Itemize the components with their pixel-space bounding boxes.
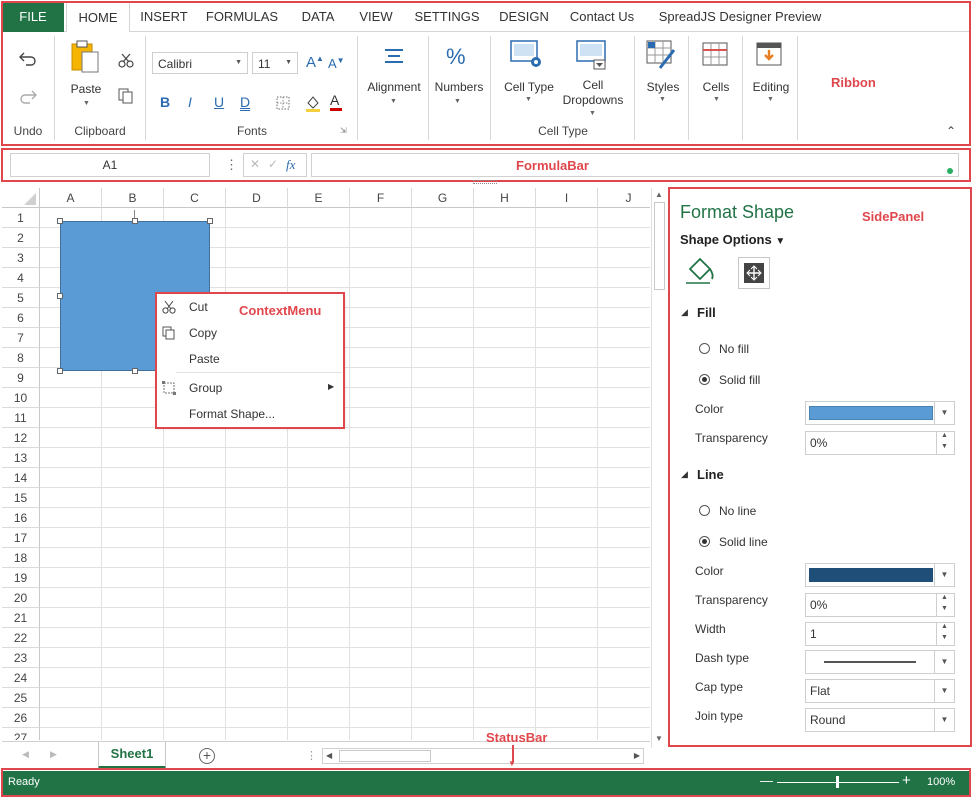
grid-line [287, 208, 288, 740]
sheet-tab-bar: ◀ ▶ Sheet1 + ⋮ ◀ ▶ [2, 741, 650, 769]
resize-handle[interactable] [132, 368, 138, 374]
column-header[interactable]: I [536, 188, 598, 208]
next-sheet-icon[interactable]: ▶ [50, 749, 57, 760]
row-header[interactable]: 11 [2, 408, 40, 428]
row-header[interactable]: 16 [2, 508, 40, 528]
column-header[interactable]: B [102, 188, 164, 208]
row-header[interactable]: 17 [2, 528, 40, 548]
row-header[interactable]: 1 [2, 208, 40, 228]
grid-line [40, 447, 650, 448]
row-header[interactable]: 25 [2, 688, 40, 708]
row-header[interactable]: 3 [2, 248, 40, 268]
grid-line [40, 707, 650, 708]
grid-line [40, 647, 650, 648]
context-menu-annotation-label: ContextMenu [239, 303, 322, 318]
arrow-down-icon: ▼ [508, 759, 516, 768]
column-header[interactable]: J [598, 188, 650, 208]
formula-bar-annotation-box [1, 148, 971, 182]
select-all-corner[interactable] [2, 188, 40, 208]
sheet-tab-sheet1[interactable]: Sheet1 [98, 742, 166, 769]
ribbon-annotation-label: Ribbon [831, 75, 876, 90]
row-header[interactable]: 19 [2, 568, 40, 588]
grid-line [473, 208, 474, 740]
row-header[interactable]: 12 [2, 428, 40, 448]
ribbon-annotation-box [1, 1, 971, 146]
formula-bar-annotation-label: FormulaBar [516, 158, 589, 173]
column-header[interactable]: D [226, 188, 288, 208]
row-header[interactable]: 13 [2, 448, 40, 468]
grid-line [597, 208, 598, 740]
resize-handle[interactable] [57, 293, 63, 299]
row-header[interactable]: 15 [2, 488, 40, 508]
grid-line [40, 387, 650, 388]
column-header[interactable]: A [40, 188, 102, 208]
row-header[interactable]: 7 [2, 328, 40, 348]
scroll-thumb[interactable] [654, 202, 665, 290]
row-header[interactable]: 26 [2, 708, 40, 728]
resize-handle[interactable] [57, 218, 63, 224]
row-header[interactable]: 8 [2, 348, 40, 368]
grid-line [535, 208, 536, 740]
column-header[interactable]: G [412, 188, 474, 208]
row-header[interactable]: 10 [2, 388, 40, 408]
status-bar-annotation-label: StatusBar [486, 730, 548, 745]
grid-line [225, 208, 226, 740]
scroll-left-icon[interactable]: ◀ [326, 751, 332, 760]
add-sheet-icon[interactable]: + [199, 748, 215, 764]
grid-line [40, 427, 650, 428]
scroll-down-icon[interactable]: ▼ [655, 734, 663, 743]
grid-line [40, 587, 650, 588]
splitter-icon[interactable]: ⋮ [306, 749, 317, 762]
grid-line [40, 627, 650, 628]
resize-handle[interactable] [57, 368, 63, 374]
grid-line [40, 567, 650, 568]
row-header[interactable]: 14 [2, 468, 40, 488]
row-header[interactable]: 23 [2, 648, 40, 668]
prev-sheet-icon[interactable]: ◀ [22, 749, 29, 760]
row-header[interactable]: 24 [2, 668, 40, 688]
column-header[interactable]: C [164, 188, 226, 208]
status-bar-annotation-box [1, 768, 971, 797]
splitter-handle-icon[interactable] [473, 180, 497, 184]
row-header[interactable]: 2 [2, 228, 40, 248]
scroll-up-icon[interactable]: ▲ [655, 190, 663, 199]
horizontal-scrollbar[interactable]: ◀ ▶ [322, 748, 644, 764]
column-header[interactable]: H [474, 188, 536, 208]
row-header[interactable]: 22 [2, 628, 40, 648]
grid-line [40, 527, 650, 528]
grid-line [40, 487, 650, 488]
grid-line [40, 407, 650, 408]
side-panel-annotation-label: SidePanel [862, 209, 925, 224]
grid-line [40, 667, 650, 668]
column-header[interactable]: E [288, 188, 350, 208]
grid-line [40, 547, 650, 548]
resize-handle[interactable] [207, 218, 213, 224]
grid-line [40, 507, 650, 508]
row-header[interactable]: 9 [2, 368, 40, 388]
grid-line [40, 687, 650, 688]
row-header[interactable]: 5 [2, 288, 40, 308]
row-header[interactable]: 27 [2, 728, 40, 740]
grid-line [40, 727, 650, 728]
row-header[interactable]: 20 [2, 588, 40, 608]
row-header[interactable]: 18 [2, 548, 40, 568]
grid-line [349, 208, 350, 740]
side-panel-annotation-box [668, 187, 972, 747]
column-header[interactable]: F [350, 188, 412, 208]
row-header[interactable]: 4 [2, 268, 40, 288]
vertical-scrollbar[interactable]: ▲ ▼ [651, 188, 667, 748]
scroll-thumb[interactable] [339, 750, 431, 762]
row-header[interactable]: 6 [2, 308, 40, 328]
grid-line [411, 208, 412, 740]
grid-line [40, 467, 650, 468]
row-header[interactable]: 21 [2, 608, 40, 628]
resize-handle[interactable] [132, 218, 138, 224]
grid-line [40, 607, 650, 608]
scroll-right-icon[interactable]: ▶ [634, 751, 640, 760]
